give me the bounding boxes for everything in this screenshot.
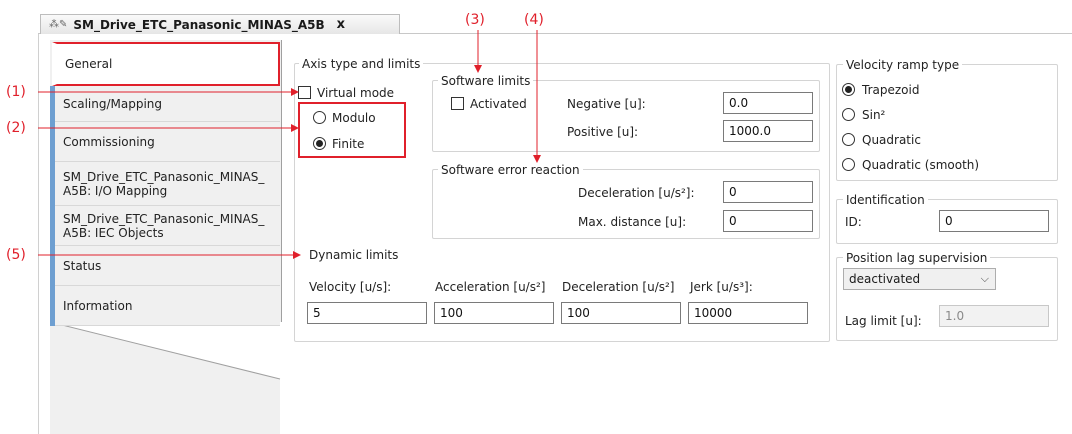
- software-error-title: Software error reaction: [438, 163, 583, 177]
- close-icon[interactable]: x: [337, 17, 345, 32]
- dynamic-limits-title: Dynamic limits: [306, 248, 402, 262]
- callout-1: (1): [6, 84, 26, 100]
- nav-item-label: Scaling/Mapping: [63, 97, 162, 111]
- position-lag-value: deactivated: [849, 272, 921, 286]
- error-deceleration-input[interactable]: 0: [723, 181, 813, 203]
- lag-limit-input: 1.0: [939, 305, 1049, 327]
- nav-item-iec-objects[interactable]: SM_Drive_ETC_Panasonic_MINAS_ A5B: IEC O…: [50, 206, 280, 246]
- activated-label: Activated: [470, 97, 527, 111]
- id-label: ID:: [845, 215, 862, 229]
- editor-tab-title: SM_Drive_ETC_Panasonic_MINAS_A5B: [73, 17, 325, 32]
- acceleration-input[interactable]: 100: [434, 302, 554, 324]
- quadratic-radio[interactable]: [842, 133, 855, 146]
- positive-limit-input[interactable]: 1000.0: [723, 120, 813, 142]
- positive-label: Positive [u]:: [567, 125, 639, 139]
- activated-checkbox[interactable]: [451, 97, 464, 110]
- identification-title: Identification: [843, 193, 928, 207]
- callout-4: (4): [524, 12, 544, 28]
- chevron-down-icon: ⌵: [980, 272, 989, 285]
- nav-item-scaling-mapping[interactable]: Scaling/Mapping: [50, 86, 280, 122]
- velocity-ramp-title: Velocity ramp type: [843, 58, 963, 72]
- dynamic-deceleration-input[interactable]: 100: [561, 302, 681, 324]
- nav-item-label: Status: [63, 259, 102, 273]
- sin2-label: Sin²: [862, 108, 886, 122]
- virtual-mode-checkbox[interactable]: [298, 86, 311, 99]
- nav-item-label: General: [65, 57, 113, 71]
- velocity-label: Velocity [u/s]:: [309, 280, 392, 294]
- max-distance-input[interactable]: 0: [723, 210, 813, 232]
- jerk-label: Jerk [u/s³]:: [690, 280, 753, 294]
- jerk-input[interactable]: 10000: [688, 302, 808, 324]
- position-lag-title: Position lag supervision: [843, 251, 991, 265]
- fb-icon: ⁂✎: [49, 19, 68, 30]
- software-limits-title: Software limits: [438, 74, 534, 88]
- lag-limit-label: Lag limit [u]:: [845, 314, 922, 328]
- nav-item-information[interactable]: Information: [50, 286, 280, 326]
- acceleration-label: Acceleration [u/s²]: [435, 280, 546, 294]
- quadratic-smooth-radio[interactable]: [842, 158, 855, 171]
- nav-item-status[interactable]: Status: [50, 246, 280, 286]
- nav-item-io-mapping[interactable]: SM_Drive_ETC_Panasonic_MINAS_ A5B: I/O M…: [50, 162, 280, 206]
- nav-item-commissioning[interactable]: Commissioning: [50, 122, 280, 162]
- callout-2: (2): [6, 120, 26, 136]
- callout-3: (3): [465, 12, 485, 28]
- axis-type-title: Axis type and limits: [299, 57, 424, 71]
- sin2-radio[interactable]: [842, 108, 855, 121]
- error-deceleration-label: Deceleration [u/s²]:: [578, 186, 695, 200]
- quadratic-label: Quadratic: [862, 133, 921, 147]
- nav-item-label: Information: [63, 299, 133, 313]
- nav-item-label: SM_Drive_ETC_Panasonic_MINAS_ A5B: I/O M…: [63, 170, 265, 198]
- trapezoid-label: Trapezoid: [862, 83, 920, 97]
- max-distance-label: Max. distance [u]:: [578, 215, 687, 229]
- trapezoid-radio[interactable]: [842, 83, 855, 96]
- quadratic-smooth-label: Quadratic (smooth): [862, 158, 980, 172]
- negative-limit-input[interactable]: 0.0: [723, 92, 813, 114]
- velocity-input[interactable]: 5: [307, 302, 427, 324]
- editor-tab[interactable]: ⁂✎ SM_Drive_ETC_Panasonic_MINAS_A5B x: [40, 14, 400, 34]
- virtual-mode-label: Virtual mode: [317, 86, 395, 100]
- nav-item-general[interactable]: General: [52, 42, 280, 86]
- nav-pane-fold: [50, 322, 282, 434]
- callout-5: (5): [6, 247, 26, 263]
- nav-item-label: SM_Drive_ETC_Panasonic_MINAS_ A5B: IEC O…: [63, 212, 265, 240]
- position-lag-select[interactable]: deactivated ⌵: [843, 268, 996, 290]
- negative-label: Negative [u]:: [567, 97, 646, 111]
- dynamic-deceleration-label: Deceleration [u/s²]: [562, 280, 675, 294]
- nav-item-label: Commissioning: [63, 135, 155, 149]
- id-input[interactable]: 0: [939, 210, 1049, 232]
- highlight-axis-type-box: [298, 102, 406, 158]
